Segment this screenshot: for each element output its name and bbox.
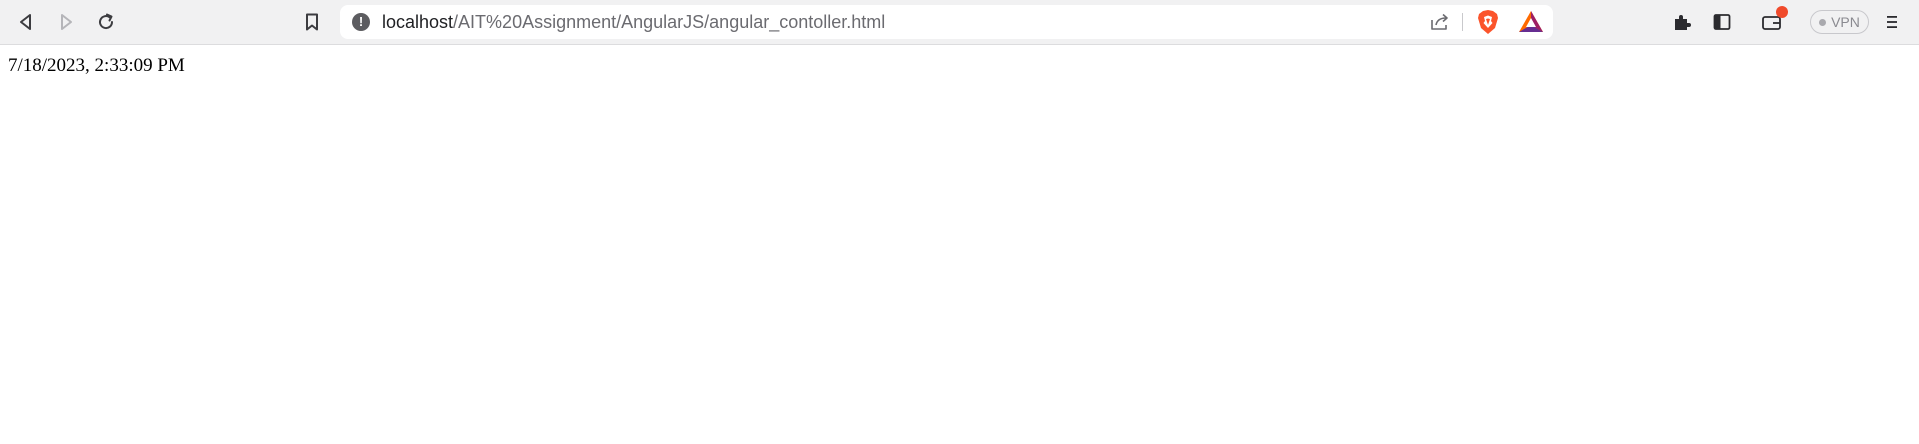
url-text[interactable]: localhost/AIT%20Assignment/AngularJS/ang… xyxy=(382,5,885,39)
site-info-icon[interactable]: ! xyxy=(352,13,370,31)
vpn-label: VPN xyxy=(1831,14,1860,30)
wallet-notification-badge xyxy=(1776,6,1788,18)
wallet-button[interactable] xyxy=(1756,6,1788,38)
brave-rewards-icon[interactable] xyxy=(1518,10,1544,34)
extensions-icon xyxy=(1675,15,1691,30)
vpn-status-dot xyxy=(1819,18,1827,26)
vpn-button[interactable]: VPN xyxy=(1810,10,1869,34)
back-arrow-icon xyxy=(20,14,31,30)
extensions-button[interactable] xyxy=(1666,6,1698,38)
url-host: localhost xyxy=(382,12,454,32)
forward-arrow-icon xyxy=(61,14,72,30)
url-path: /AIT%20Assignment/AngularJS/angular_cont… xyxy=(453,12,886,32)
forward-button[interactable] xyxy=(50,6,82,38)
datetime-text: 7/18/2023, 2:33:09 PM xyxy=(8,55,185,76)
menu-icon xyxy=(1887,16,1897,28)
bookmark-icon xyxy=(306,13,318,31)
browser-toolbar: ! localhost/AIT%20Assignment/AngularJS/a… xyxy=(0,0,1919,45)
reload-button[interactable] xyxy=(90,6,122,38)
brave-shields-icon[interactable] xyxy=(1476,9,1500,35)
sidebar-button[interactable] xyxy=(1706,6,1738,38)
bookmark-button[interactable] xyxy=(296,6,328,38)
reload-icon xyxy=(99,13,114,30)
back-button[interactable] xyxy=(10,6,42,38)
share-icon[interactable] xyxy=(1428,10,1452,34)
browser-window: ! localhost/AIT%20Assignment/AngularJS/a… xyxy=(0,0,1919,444)
main-menu-button[interactable] xyxy=(1876,6,1908,38)
address-bar[interactable]: ! localhost/AIT%20Assignment/AngularJS/a… xyxy=(340,5,1553,39)
address-bar-divider xyxy=(1462,13,1463,31)
sidebar-icon xyxy=(1713,14,1731,30)
